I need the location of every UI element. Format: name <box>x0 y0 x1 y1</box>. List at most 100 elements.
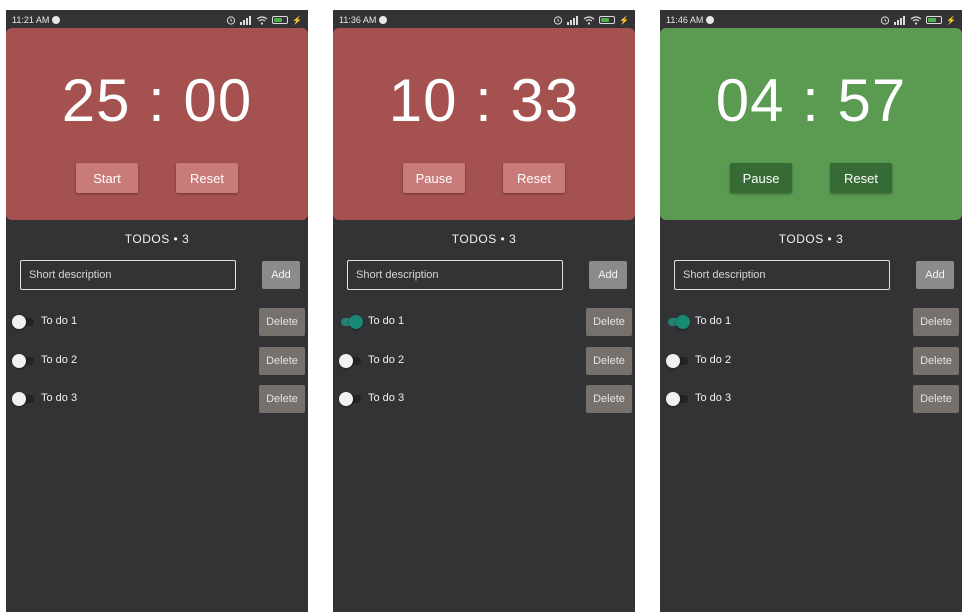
todo-item: To do 3 Delete <box>6 385 308 413</box>
status-time: 11:46 AM <box>666 15 704 25</box>
add-todo-button[interactable]: Add <box>262 261 300 289</box>
timer-display: 10 : 33 <box>388 67 580 134</box>
todo-toggle-switch[interactable] <box>339 392 363 406</box>
timer-primary-button[interactable]: Pause <box>403 163 465 193</box>
timer-display: 04 : 57 <box>715 67 907 134</box>
switch-thumb <box>12 315 26 329</box>
todo-toggle-switch[interactable] <box>12 392 36 406</box>
alarm-icon <box>226 16 236 25</box>
status-left: 11:46 AM <box>666 15 715 25</box>
switch-thumb <box>666 392 680 406</box>
todo-item: To do 3 Delete <box>333 385 635 413</box>
status-bar: 11:21 AM ⚡ <box>6 10 308 30</box>
todo-toggle-switch[interactable] <box>339 354 363 368</box>
todo-label: To do 1 <box>695 315 732 327</box>
phone-screen: 11:36 AM ⚡ 10: 33 Pause Reset TODOS • 3… <box>333 10 635 612</box>
status-time: 11:36 AM <box>339 15 377 25</box>
signal-icon <box>240 15 252 25</box>
status-right: ⚡ <box>553 15 629 25</box>
status-bar: 11:36 AM ⚡ <box>333 10 635 30</box>
todo-item: To do 1 Delete <box>660 308 962 336</box>
signal-icon <box>567 15 579 25</box>
todo-item: To do 2 Delete <box>333 347 635 375</box>
todo-label: To do 3 <box>41 392 78 404</box>
delete-todo-button[interactable]: Delete <box>913 308 959 336</box>
wifi-icon <box>256 15 268 25</box>
delete-todo-button[interactable]: Delete <box>259 347 305 375</box>
alarm-icon <box>880 16 890 25</box>
timer-primary-button[interactable]: Start <box>76 163 138 193</box>
todo-item: To do 3 Delete <box>660 385 962 413</box>
charging-icon: ⚡ <box>292 15 302 25</box>
status-bar: 11:46 AM ⚡ <box>660 10 962 30</box>
switch-thumb <box>12 392 26 406</box>
todo-item: To do 1 Delete <box>333 308 635 336</box>
todo-description-input[interactable] <box>20 260 236 290</box>
todo-toggle-switch[interactable] <box>666 392 690 406</box>
todos-heading: TODOS • 3 <box>451 232 517 246</box>
wifi-icon <box>583 15 595 25</box>
timer-primary-button[interactable]: Pause <box>730 163 792 193</box>
todo-label: To do 3 <box>368 392 405 404</box>
timer-display: 25 : 00 <box>61 67 253 134</box>
status-left: 11:36 AM <box>339 15 388 25</box>
notification-icon <box>379 16 388 24</box>
todo-toggle-switch[interactable] <box>666 315 690 329</box>
delete-todo-button[interactable]: Delete <box>913 385 959 413</box>
battery-level <box>928 18 937 22</box>
phone-screen: 11:46 AM ⚡ 04: 57 Pause Reset TODOS • 3… <box>660 10 962 612</box>
status-time: 11:21 AM <box>12 15 50 25</box>
todo-toggle-switch[interactable] <box>339 315 363 329</box>
alarm-icon <box>553 16 563 25</box>
add-todo-button[interactable]: Add <box>916 261 954 289</box>
todo-item: To do 2 Delete <box>6 347 308 375</box>
todos-heading: TODOS • 3 <box>124 232 190 246</box>
todo-label: To do 1 <box>41 315 78 327</box>
todo-label: To do 3 <box>695 392 732 404</box>
todo-toggle-switch[interactable] <box>12 354 36 368</box>
notification-icon <box>52 16 61 24</box>
delete-todo-button[interactable]: Delete <box>259 385 305 413</box>
todo-toggle-switch[interactable] <box>666 354 690 368</box>
status-right: ⚡ <box>880 15 956 25</box>
timer-panel: 10 : 33 Pause Reset <box>333 28 635 220</box>
switch-thumb <box>349 315 363 329</box>
status-right: ⚡ <box>226 15 302 25</box>
delete-todo-button[interactable]: Delete <box>259 308 305 336</box>
battery-icon <box>926 16 943 24</box>
switch-thumb <box>339 354 353 368</box>
battery-level <box>274 18 283 22</box>
todo-label: To do 1 <box>368 315 405 327</box>
phone-screen: 11:21 AM ⚡ 25: 00 Start Reset TODOS • 3… <box>6 10 308 612</box>
notification-icon <box>706 16 715 24</box>
timer-reset-button[interactable]: Reset <box>830 163 892 193</box>
todo-item: To do 2 Delete <box>660 347 962 375</box>
switch-thumb <box>339 392 353 406</box>
timer-panel: 04 : 57 Pause Reset <box>660 28 962 220</box>
battery-icon <box>272 16 289 24</box>
add-todo-button[interactable]: Add <box>589 261 627 289</box>
todo-toggle-switch[interactable] <box>12 315 36 329</box>
todo-item: To do 1 Delete <box>6 308 308 336</box>
charging-icon: ⚡ <box>946 15 956 25</box>
delete-todo-button[interactable]: Delete <box>586 347 632 375</box>
delete-todo-button[interactable]: Delete <box>586 385 632 413</box>
todo-label: To do 2 <box>41 354 78 366</box>
signal-icon <box>894 15 906 25</box>
wifi-icon <box>910 15 922 25</box>
switch-thumb <box>666 354 680 368</box>
status-left: 11:21 AM <box>12 15 61 25</box>
timer-reset-button[interactable]: Reset <box>503 163 565 193</box>
delete-todo-button[interactable]: Delete <box>586 308 632 336</box>
switch-thumb <box>12 354 26 368</box>
todo-label: To do 2 <box>695 354 732 366</box>
todo-description-input[interactable] <box>347 260 563 290</box>
todo-description-input[interactable] <box>674 260 890 290</box>
timer-panel: 25 : 00 Start Reset <box>6 28 308 220</box>
todos-heading: TODOS • 3 <box>778 232 844 246</box>
battery-icon <box>599 16 616 24</box>
delete-todo-button[interactable]: Delete <box>913 347 959 375</box>
timer-reset-button[interactable]: Reset <box>176 163 238 193</box>
battery-level <box>601 18 610 22</box>
charging-icon: ⚡ <box>619 15 629 25</box>
